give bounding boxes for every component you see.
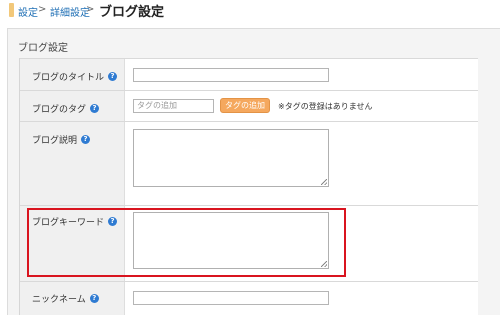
help-icon[interactable]: ?: [89, 294, 99, 303]
help-icon[interactable]: ?: [108, 217, 118, 226]
resize-handle[interactable]: [321, 261, 327, 267]
form-row-blog-title: ブログのタイトル ?: [20, 58, 478, 90]
form-row-blog-description: ブログ説明 ?: [20, 121, 478, 205]
blog-tag-label: ブログのタグ: [32, 105, 87, 115]
form-row-nickname: ニックネーム ?: [20, 281, 478, 315]
panel-title: ブログ設定: [18, 43, 68, 54]
help-icon[interactable]: ?: [81, 135, 91, 144]
blog-description-textarea[interactable]: [133, 129, 329, 187]
nickname-label: ニックネーム: [32, 295, 86, 305]
add-tag-button[interactable]: タグの追加: [220, 98, 270, 113]
blog-description-label: ブログ説明: [32, 136, 78, 146]
breadcrumb: 設定 > 詳細設定 > ブログ設定: [0, 0, 500, 22]
blog-keyword-label: ブログキーワード: [32, 218, 105, 228]
breadcrumb-link-advanced-settings[interactable]: 詳細設定: [50, 4, 90, 19]
help-icon[interactable]: ?: [90, 104, 100, 113]
settings-form: ブログのタイトル ? ブログのタグ ? タグの追加 タグの追加 ※タグの登録はあ…: [19, 58, 478, 315]
form-row-blog-keyword: ブログキーワード ?: [20, 205, 478, 281]
breadcrumb-marker: [9, 3, 14, 17]
blog-title-label: ブログのタイトル: [32, 73, 105, 83]
form-row-blog-tag: ブログのタグ ? タグの追加 タグの追加 ※タグの登録はありません: [20, 90, 478, 121]
breadcrumb-separator: >: [38, 4, 47, 15]
help-icon[interactable]: ?: [108, 72, 118, 81]
tag-input[interactable]: タグの追加: [133, 99, 214, 113]
breadcrumb-separator: >: [86, 4, 95, 15]
nickname-input[interactable]: [133, 291, 329, 305]
page-title: ブログ設定: [99, 5, 165, 20]
resize-handle[interactable]: [321, 179, 327, 185]
blog-title-input[interactable]: [133, 68, 329, 82]
breadcrumb-link-settings[interactable]: 設定: [18, 4, 38, 19]
blog-keyword-textarea[interactable]: [133, 212, 329, 269]
tag-empty-note: ※タグの登録はありません: [278, 102, 373, 111]
